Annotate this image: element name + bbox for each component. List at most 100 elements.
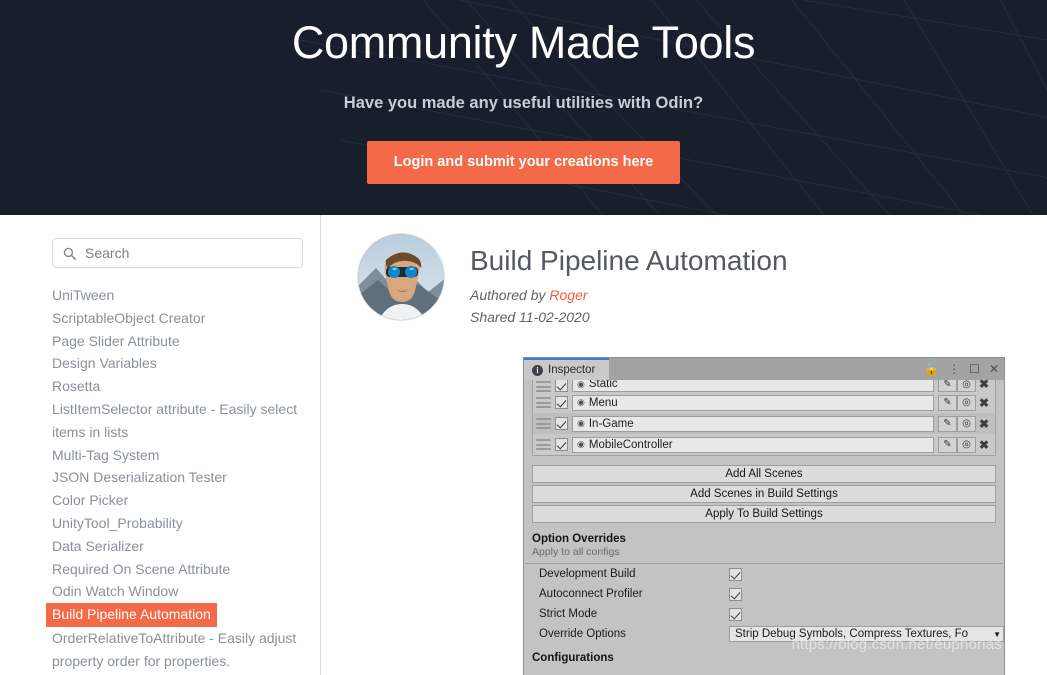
scene-row[interactable]: ◉ MobileController ✎ ◎ ✖	[533, 434, 995, 455]
inspector-titlebar: i Inspector 🔓 ⋮ ☐ ✕	[524, 358, 1004, 380]
scene-enabled-checkbox[interactable]	[555, 396, 568, 409]
sidebar-item-design-variables[interactable]: Design Variables	[52, 352, 302, 375]
sidebar-item-unitween[interactable]: UniTween	[52, 284, 302, 307]
search-box[interactable]	[52, 238, 303, 268]
scene-row-actions: ✎ ◎ ✖	[938, 415, 992, 432]
lock-icon[interactable]: 🔓	[924, 363, 939, 375]
sidebar-item-listitemselector[interactable]: ListItemSelector attribute - Easily sele…	[52, 398, 302, 444]
scene-row-actions: ✎ ◎ ✖	[938, 394, 992, 411]
sidebar: UniTween ScriptableObject Creator Page S…	[0, 215, 321, 675]
sidebar-item-label[interactable]: JSON Deserialization Tester	[46, 469, 231, 485]
sidebar-item-multi-tag-system[interactable]: Multi-Tag System	[52, 444, 302, 467]
tool-list: UniTween ScriptableObject Creator Page S…	[46, 284, 302, 673]
sidebar-item-label[interactable]: UniTween	[46, 287, 118, 303]
pencil-icon[interactable]: ✎	[938, 415, 957, 432]
add-all-scenes-button[interactable]: Add All Scenes	[532, 465, 996, 483]
drag-handle-icon[interactable]	[536, 397, 551, 408]
sidebar-item-unitytool-probability[interactable]: UnityTool_Probability	[52, 512, 302, 535]
sidebar-item-page-slider-attribute[interactable]: Page Slider Attribute	[52, 330, 302, 353]
scene-row[interactable]: ◉ Static ✎ ◎ ✖	[533, 380, 995, 392]
scene-row[interactable]: ◉ In-Game ✎ ◎ ✖	[533, 413, 995, 434]
target-icon[interactable]: ◎	[957, 436, 976, 453]
remove-icon[interactable]: ✖	[976, 416, 992, 432]
scene-enabled-checkbox[interactable]	[555, 417, 568, 430]
scene-name: Menu	[588, 396, 618, 409]
sidebar-item-required-on-scene-attribute[interactable]: Required On Scene Attribute	[52, 558, 302, 581]
scene-name-field[interactable]: ◉ Menu	[572, 394, 934, 411]
target-icon[interactable]: ◎	[957, 415, 976, 432]
sidebar-item-color-picker[interactable]: Color Picker	[52, 489, 302, 512]
sidebar-item-label[interactable]: Required On Scene Attribute	[46, 561, 234, 577]
sidebar-item-label[interactable]: Odin Watch Window	[46, 583, 182, 599]
scene-row[interactable]: ◉ Menu ✎ ◎ ✖	[533, 392, 995, 413]
drag-handle-icon[interactable]	[536, 439, 551, 450]
scene-name: Static	[588, 380, 618, 390]
sidebar-item-label[interactable]: ScriptableObject Creator	[46, 310, 209, 326]
remove-icon[interactable]: ✖	[976, 437, 992, 453]
scene-row-actions: ✎ ◎ ✖	[938, 436, 992, 453]
login-submit-button[interactable]: Login and submit your creations here	[366, 141, 681, 184]
strict-mode-checkbox[interactable]	[729, 607, 742, 621]
pencil-icon[interactable]: ✎	[938, 394, 957, 411]
configurations-title: Configurations	[532, 652, 614, 664]
target-icon[interactable]: ◎	[957, 394, 976, 411]
scene-name-field[interactable]: ◉ In-Game	[572, 415, 934, 432]
apply-to-build-settings-button[interactable]: Apply To Build Settings	[532, 505, 996, 523]
unity-inspector-window: i Inspector 🔓 ⋮ ☐ ✕ ◉ Static ✎ ◎ ✖ ◉ Men…	[523, 357, 1005, 675]
sidebar-item-json-deserialization-tester[interactable]: JSON Deserialization Tester	[52, 466, 302, 489]
author-link[interactable]: Roger	[549, 287, 587, 303]
option-row-strict-mode[interactable]: Strict Mode	[524, 604, 1004, 624]
development-build-checkbox[interactable]	[729, 567, 742, 581]
sidebar-item-label[interactable]: Data Serializer	[46, 538, 148, 554]
hero-banner: Community Made Tools Have you made any u…	[0, 0, 1047, 215]
authored-by-label: Authored by	[470, 287, 550, 303]
search-icon	[63, 247, 76, 260]
scene-row-actions: ✎ ◎ ✖	[938, 380, 992, 392]
drag-handle-icon[interactable]	[536, 418, 551, 429]
post-author: Authored by Roger	[470, 286, 788, 305]
sidebar-item-label[interactable]: UnityTool_Probability	[46, 515, 187, 531]
sidebar-item-label[interactable]: Rosetta	[46, 378, 104, 394]
autoconnect-profiler-checkbox[interactable]	[729, 587, 742, 601]
sidebar-item-odin-watch-window[interactable]: Odin Watch Window	[52, 580, 302, 603]
option-row-override-options[interactable]: Override Options Strip Debug Symbols, Co…	[524, 624, 1004, 644]
sidebar-item-label[interactable]: OrderRelativeToAttribute - Easily adjust…	[46, 630, 296, 669]
target-icon[interactable]: ◎	[957, 380, 976, 392]
scene-enabled-checkbox[interactable]	[555, 438, 568, 451]
option-row-autoconnect-profiler[interactable]: Autoconnect Profiler	[524, 584, 1004, 604]
maximize-icon[interactable]: ☐	[969, 363, 980, 375]
add-scenes-in-build-settings-button[interactable]: Add Scenes in Build Settings	[532, 485, 996, 503]
sidebar-item-orderrelativetoattribute[interactable]: OrderRelativeToAttribute - Easily adjust…	[52, 627, 302, 673]
search-input[interactable]	[85, 245, 290, 261]
sidebar-item-build-pipeline-automation[interactable]: Build Pipeline Automation	[46, 603, 302, 627]
pencil-icon[interactable]: ✎	[938, 380, 957, 392]
avatar	[357, 233, 445, 321]
sidebar-item-label[interactable]: Page Slider Attribute	[46, 333, 184, 349]
sidebar-item-label[interactable]: ListItemSelector attribute - Easily sele…	[46, 401, 297, 440]
sidebar-item-label[interactable]: Design Variables	[46, 355, 161, 371]
drag-handle-icon[interactable]	[536, 381, 551, 392]
inspector-body: ◉ Static ✎ ◎ ✖ ◉ Menu ✎ ◎ ✖ ◉ In-Game ✎ …	[524, 380, 1004, 664]
kebab-menu-icon[interactable]: ⋮	[948, 363, 960, 375]
main-content: Build Pipeline Automation Authored by Ro…	[321, 215, 1047, 675]
override-options-dropdown[interactable]: Strip Debug Symbols, Compress Textures, …	[729, 626, 1004, 642]
scene-name-field[interactable]: ◉ Static	[572, 380, 934, 392]
sidebar-item-label[interactable]: Color Picker	[46, 492, 132, 508]
scene-name-field[interactable]: ◉ MobileController	[572, 436, 934, 453]
remove-icon[interactable]: ✖	[976, 380, 992, 392]
close-icon[interactable]: ✕	[989, 363, 999, 375]
sidebar-item-scriptableobject-creator[interactable]: ScriptableObject Creator	[52, 307, 302, 330]
scene-enabled-checkbox[interactable]	[555, 380, 568, 392]
pencil-icon[interactable]: ✎	[938, 436, 957, 453]
info-icon: i	[532, 364, 543, 376]
remove-icon[interactable]: ✖	[976, 395, 992, 411]
option-label: Override Options	[539, 628, 626, 640]
option-row-development-build[interactable]: Development Build	[524, 564, 1004, 584]
sidebar-item-data-serializer[interactable]: Data Serializer	[52, 535, 302, 558]
tab-inspector[interactable]: i Inspector	[524, 358, 610, 380]
sidebar-item-rosetta[interactable]: Rosetta	[52, 375, 302, 398]
tab-inspector-label: Inspector	[548, 364, 596, 376]
scene-asset-icon: ◉	[577, 439, 585, 449]
sidebar-item-label[interactable]: Multi-Tag System	[46, 447, 163, 463]
sidebar-item-label[interactable]: Build Pipeline Automation	[46, 603, 217, 627]
